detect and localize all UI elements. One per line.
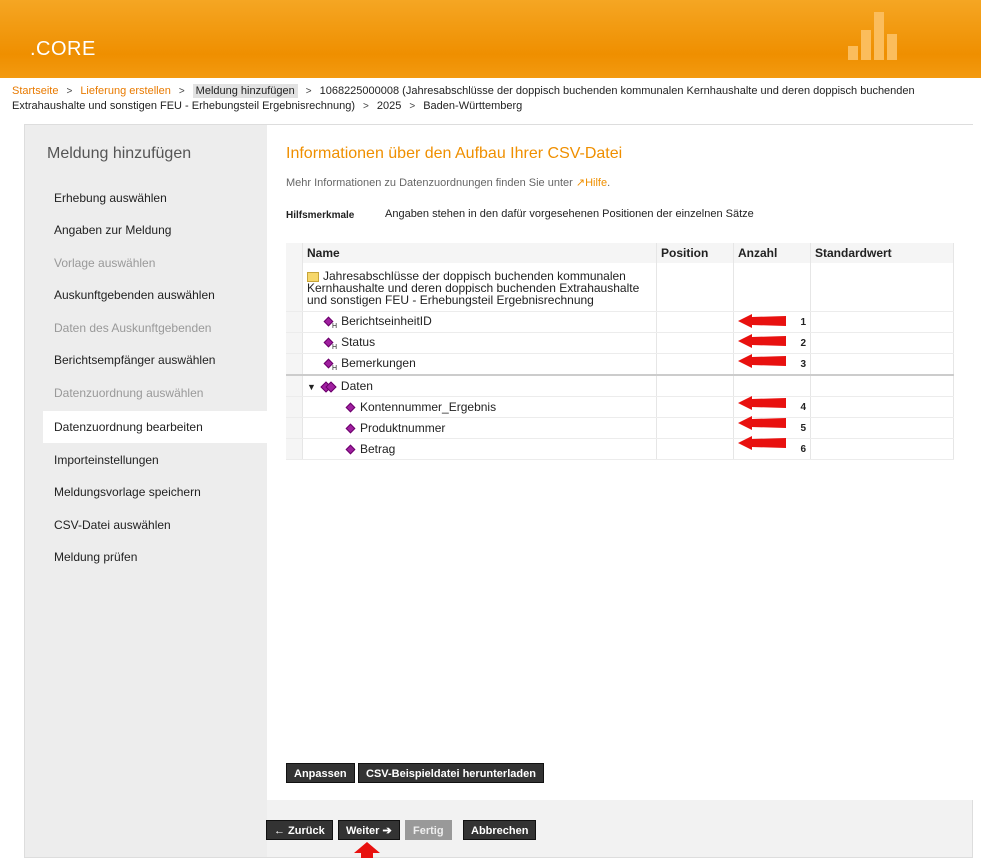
sidebar-item-meldung-pruefen[interactable]: Meldung prüfen	[25, 541, 267, 573]
annotation-up-arrow-icon	[354, 842, 380, 858]
sidebar-item-daten-des-auskunftgebenden: Daten des Auskunftgebenden	[54, 321, 212, 335]
merkmal-icon	[345, 423, 356, 434]
help-link[interactable]: ↗Hilfe	[576, 177, 607, 189]
cancel-button[interactable]: Abbrechen	[463, 820, 537, 840]
back-button[interactable]: ← Zurück	[266, 820, 333, 840]
breadcrumb-startseite[interactable]: Startseite	[12, 85, 58, 97]
sidebar-item-auskunftgebenden-auswaehlen[interactable]: Auskunftgebenden auswählen	[25, 279, 267, 311]
annotation-arrow-icon	[738, 354, 786, 368]
breadcrumb-land: Baden-Württemberg	[423, 100, 523, 112]
column-header-position[interactable]: Position	[656, 243, 734, 263]
csv-download-button[interactable]: CSV-Beispieldatei herunterladen	[358, 763, 544, 783]
hilfsmerkmale-label: Hilfsmerkmale	[286, 210, 355, 221]
table-row[interactable]: H Status 2	[286, 332, 954, 354]
merkmal-icon	[345, 444, 356, 455]
info-text: Mehr Informationen zu Datenzuordnungen f…	[286, 177, 611, 189]
table-row[interactable]: Produktnummer 5	[286, 417, 954, 439]
merkmal-icon	[345, 402, 356, 413]
annotation-arrow-icon	[738, 396, 786, 410]
sidebar-item-datenzuordnung-bearbeiten[interactable]: Datenzuordnung bearbeiten	[43, 411, 267, 443]
main-content: Informationen über den Aufbau Ihrer CSV-…	[267, 125, 973, 800]
column-header-anzahl[interactable]: Anzahl	[733, 243, 811, 263]
hilfsmerkmale-text: Angaben stehen in den dafür vorgesehenen…	[385, 208, 754, 220]
sidebar-item-importeinstellungen[interactable]: Importeinstellungen	[25, 444, 267, 476]
sidebar-item-angaben-zur-meldung[interactable]: Angaben zur Meldung	[25, 214, 267, 246]
csv-structure-table: Name Position Anzahl Standardwert Jahres…	[286, 243, 954, 460]
table-row-root[interactable]: Jahresabschlüsse der doppisch buchenden …	[286, 263, 954, 312]
external-link-icon: ↗	[575, 177, 586, 189]
annotation-arrow-icon	[738, 314, 786, 328]
finish-button: Fertig	[405, 820, 452, 840]
sidebar-item-meldungsvorlage-speichern[interactable]: Meldungsvorlage speichern	[25, 476, 267, 508]
collapse-toggle-icon[interactable]: ▼	[307, 382, 316, 392]
annotation-arrow-icon	[738, 334, 786, 348]
app-header: .CORE	[0, 0, 981, 78]
next-button[interactable]: Weiter ➔	[338, 820, 400, 840]
sidebar-title: Meldung hinzufügen	[47, 145, 192, 162]
breadcrumb-lieferung-erstellen[interactable]: Lieferung erstellen	[80, 85, 171, 97]
breadcrumb: Startseite > Lieferung erstellen > Meldung h…	[12, 84, 915, 112]
breadcrumb-year: 2025	[376, 100, 402, 112]
table-row[interactable]: H BerichtseinheitID 1	[286, 311, 954, 333]
sidebar-item-berichtsempfaenger-auswaehlen[interactable]: Berichtsempfänger auswählen	[25, 344, 267, 376]
page-title: Informationen über den Aufbau Ihrer CSV-…	[286, 145, 623, 162]
column-header-standardwert[interactable]: Standardwert	[810, 243, 954, 263]
table-row[interactable]: Kontennummer_Ergebnis 4	[286, 396, 954, 418]
sidebar-item-datenzuordnung-auswaehlen: Datenzuordnung auswählen	[54, 386, 204, 400]
table-row[interactable]: H Bemerkungen 3	[286, 353, 954, 376]
logo-bars-icon	[848, 12, 908, 60]
annotation-arrow-icon	[738, 436, 786, 450]
app-logo[interactable]: .CORE	[30, 38, 96, 61]
annotation-arrow-icon	[738, 416, 786, 430]
group-icon	[322, 382, 335, 392]
root-name: Jahresabschlüsse der doppisch buchenden …	[307, 269, 640, 307]
sidebar-item-erhebung-auswaehlen[interactable]: Erhebung auswählen	[25, 182, 267, 214]
breadcrumb-meldung-hinzufuegen: Meldung hinzufügen	[192, 84, 298, 98]
table-row-group[interactable]: ▼ Daten	[286, 375, 954, 397]
column-header-name[interactable]: Name	[302, 243, 657, 263]
sidebar-item-csv-datei-auswaehlen[interactable]: CSV-Datei auswählen	[25, 509, 267, 541]
sidebar-item-vorlage-auswaehlen: Vorlage auswählen	[54, 256, 156, 270]
anpassen-button[interactable]: Anpassen	[286, 763, 355, 783]
table-row[interactable]: Betrag 6	[286, 438, 954, 460]
wizard-sidebar: Meldung hinzufügen Erhebung auswählen An…	[25, 125, 267, 857]
